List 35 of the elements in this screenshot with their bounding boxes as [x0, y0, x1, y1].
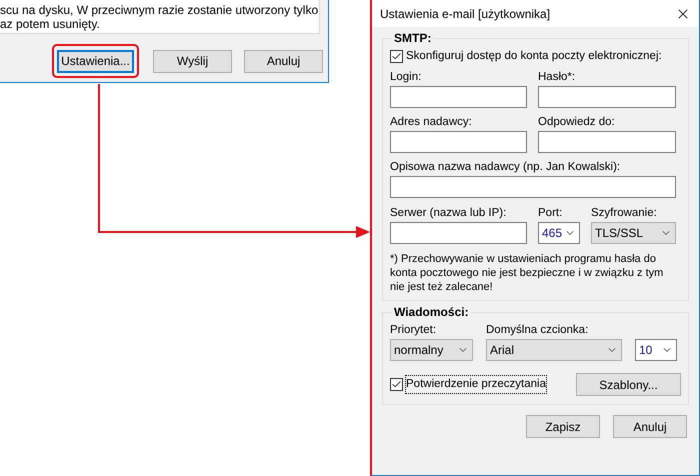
message-text: az potem usunięty.: [0, 16, 101, 30]
text-field[interactable]: [390, 222, 527, 244]
dropdown[interactable]: Arial: [486, 339, 622, 362]
dropdown[interactable]: 10: [635, 339, 677, 362]
field-label: Serwer (nazwa lub IP):: [390, 206, 508, 220]
dialog-button[interactable]: Anuluj: [613, 415, 687, 438]
group-title: SMTP:: [393, 30, 432, 47]
group-title: Wiadomości:: [393, 304, 470, 322]
dialog-button[interactable]: Zapisz: [526, 415, 600, 438]
checkbox[interactable]: Potwierdzenie przeczytania: [390, 376, 546, 394]
text-field[interactable]: [538, 86, 676, 108]
text-field[interactable]: [390, 176, 676, 198]
text-field[interactable]: [390, 131, 527, 154]
field-label: Port:: [538, 206, 564, 220]
field-label: Opisowa nazwa nadawcy (np. Jan Kowalski):: [390, 160, 622, 174]
dialog-button[interactable]: Anuluj: [244, 50, 323, 72]
password-note: *) Przechowywanie w ustawieniach programu hasła do konta pocztowego nie jest bezpieczne i w związku z tym nie jest też zalecane!: [390, 252, 664, 294]
field-label: Adres nadawcy:: [390, 115, 473, 130]
message-text: scu na dysku, W przeciwnym razie zostanie utworzony tylko: [0, 2, 319, 16]
dialog-button[interactable]: Ustawienia...: [57, 50, 134, 72]
checkbox[interactable]: Skonfiguruj dostęp do konta poczty elektronicznej:: [390, 48, 681, 66]
field-label: Odpowiedz do:: [538, 115, 616, 130]
dropdown[interactable]: 465: [538, 222, 580, 244]
field-label: Szyfrowanie:: [591, 206, 658, 220]
field-label: Domyślna czcionka:: [486, 323, 590, 338]
field-label: Hasło*:: [538, 70, 576, 84]
window-title: Ustawienia e-mail [użytkownika]: [380, 6, 550, 22]
field-label: Login:: [390, 70, 422, 84]
dialog-button[interactable]: Wyślij: [153, 50, 232, 72]
text-field[interactable]: [538, 131, 676, 154]
text-field[interactable]: [390, 86, 527, 108]
dialog-button[interactable]: Szablony...: [576, 373, 681, 396]
dropdown[interactable]: TLS/SSL: [591, 222, 676, 244]
dropdown[interactable]: normalny: [390, 339, 473, 362]
field-label: Priorytet:: [390, 323, 438, 338]
